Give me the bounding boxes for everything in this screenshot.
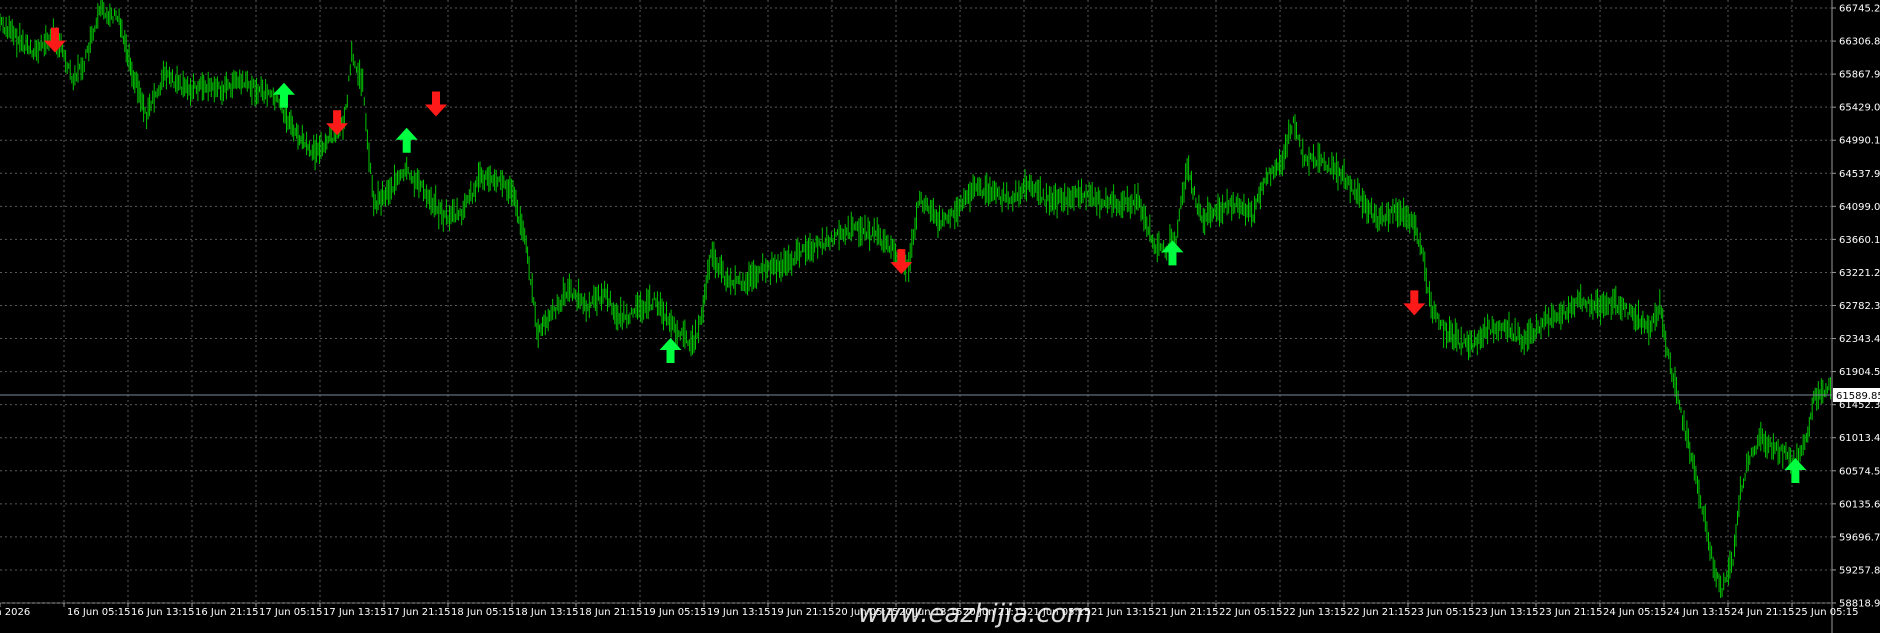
time-tick-label: 22 Jun 13:15: [1283, 607, 1347, 618]
time-tick-label: 18 Jun 05:15: [451, 607, 515, 618]
price-tick-label: 64099.00: [1839, 202, 1880, 213]
time-tick-label: 16 Jun 13:15: [131, 607, 195, 618]
price-tick-label: 64990.10: [1839, 136, 1880, 147]
time-tick-label: 17 Jun 05:15: [259, 607, 323, 618]
price-tick-label: 65867.90: [1839, 70, 1880, 81]
price-tick-label: 61904.50: [1839, 367, 1880, 378]
time-tick-label: 23 Jun 05:15: [1411, 607, 1475, 618]
price-tick-label: 66306.80: [1839, 37, 1880, 48]
time-tick-label: 24 Jun 05:15: [1603, 607, 1667, 618]
time-tick-label: 18 Jun 21:15: [579, 607, 643, 618]
price-tick-label: 59257.80: [1839, 565, 1880, 576]
price-tick-label: 60574.50: [1839, 466, 1880, 477]
price-tick-label: 65429.00: [1839, 103, 1880, 114]
time-tick-label: 21 Jun 13:15: [1091, 607, 1155, 618]
price-tick-label: 61013.40: [1839, 433, 1880, 444]
time-tick-label: 16 Jun 21:15: [195, 607, 259, 618]
time-tick-label: 19 Jun 21:15: [771, 607, 835, 618]
time-tick-label: 22 Jun 05:15: [1219, 607, 1283, 618]
price-tick-label: 63660.10: [1839, 235, 1880, 246]
time-tick-label: 18 Jun 13:15: [515, 607, 579, 618]
watermark-text: www.eazhijia.com: [858, 599, 1092, 629]
price-chart[interactable]: 61589.85 66745.2066306.8065867.9065429.0…: [0, 0, 1880, 633]
time-tick-label: 24 Jun 21:15: [1731, 607, 1795, 618]
time-tick-label: 23 Jun 13:15: [1475, 607, 1539, 618]
price-tick-label: 64537.90: [1839, 169, 1880, 180]
price-tick-label: 61452.30: [1839, 400, 1880, 411]
time-tick-label: 25 Jun 05:15: [1795, 607, 1859, 618]
time-tick-label: 23 Jun 21:15: [1539, 607, 1603, 618]
time-tick-label: 19 Jun 05:15: [643, 607, 707, 618]
time-tick-label: 22 Jun 21:15: [1347, 607, 1411, 618]
price-tick-label: 66745.20: [1839, 4, 1880, 15]
chart-window[interactable]: 61589.85 66745.2066306.8065867.9065429.0…: [0, 0, 1880, 633]
price-tick-label: 63221.20: [1839, 268, 1880, 279]
price-tick-label: 59696.70: [1839, 532, 1880, 543]
time-tick-label: Jun 2026: [0, 607, 30, 618]
time-tick-label: 17 Jun 21:15: [387, 607, 451, 618]
time-tick-label: 17 Jun 13:15: [323, 607, 387, 618]
price-tick-label: 60135.60: [1839, 499, 1880, 510]
time-tick-label: 24 Jun 13:15: [1667, 607, 1731, 618]
time-tick-label: 21 Jun 21:15: [1155, 607, 1219, 618]
price-tick-label: 62782.30: [1839, 301, 1880, 312]
time-tick-label: 16 Jun 05:15: [67, 607, 131, 618]
time-tick-label: 19 Jun 13:15: [707, 607, 771, 618]
price-tick-label: 62343.40: [1839, 334, 1880, 345]
